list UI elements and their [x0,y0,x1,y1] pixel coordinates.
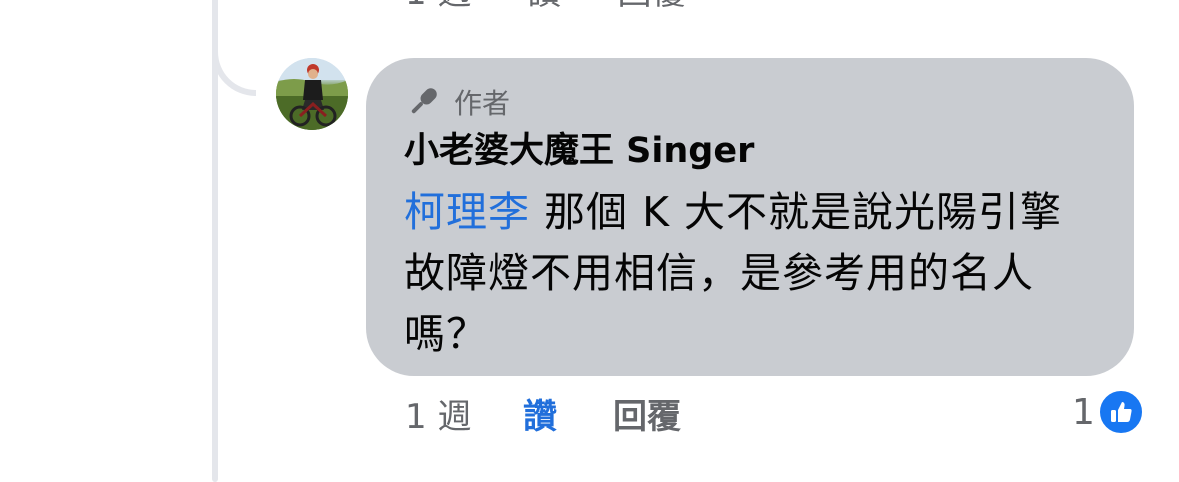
microphone-icon [411,88,437,114]
author-badge-label: 作者 [454,87,511,120]
previous-comment-actions: 1 週 讚 回覆 [405,0,685,8]
previous-like-button[interactable]: 讚 [527,0,561,8]
reaction-count: 1 [1072,391,1095,433]
comment-actions: 1 週 讚 回覆 [405,389,681,438]
author-badge: 作者 [404,82,1098,122]
comment-bubble: 作者 小老婆大魔王 Singer 柯理李 那個 K 大不就是說光陽引擎故障燈不用… [366,58,1134,376]
previous-time[interactable]: 1 週 [405,0,471,8]
thumbs-up-icon [1096,388,1145,436]
comment-author-name[interactable]: 小老婆大魔王 Singer [404,126,1098,176]
comment-timestamp[interactable]: 1 週 [405,389,523,438]
thread-connector [212,0,256,96]
avatar[interactable] [276,58,348,130]
mention-link[interactable]: 柯理李 [404,188,530,236]
like-button[interactable]: 讚 [523,389,613,438]
comment-text: 柯理李 那個 K 大不就是說光陽引擎故障燈不用相信，是參考用的名人嗎？ [404,182,1098,365]
reaction-summary[interactable]: 1 [1072,388,1145,436]
previous-reply-button[interactable]: 回覆 [617,0,685,8]
reply-button[interactable]: 回覆 [613,389,681,438]
